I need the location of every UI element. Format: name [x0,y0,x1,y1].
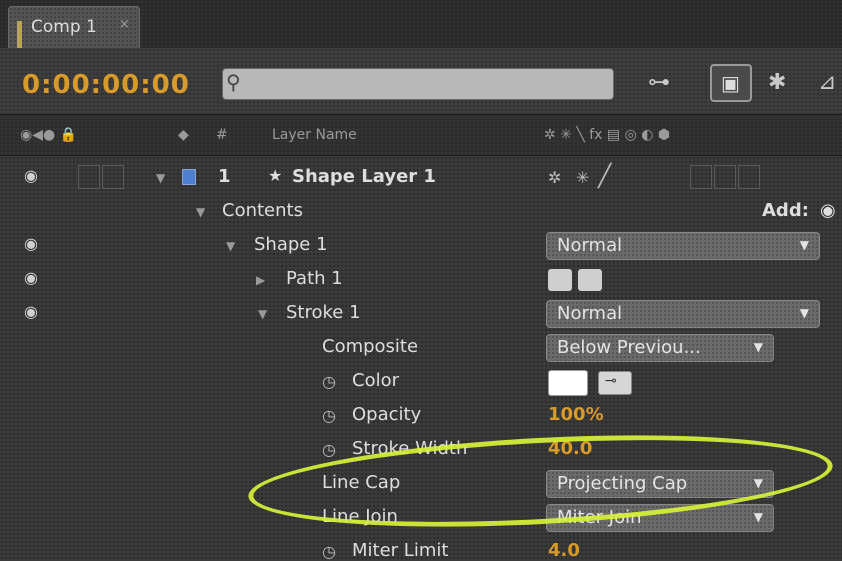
stroke-label: Stroke 1 [286,302,361,323]
shape-star-icon: ★ [268,166,283,185]
blend-mode-dropdown[interactable]: Normal ▼ [546,232,820,260]
chevron-down-icon: ▼ [799,306,809,320]
dropdown-value: Projecting Cap [557,473,688,494]
color-row[interactable]: ◷ Color ⊸ [0,366,842,400]
current-time-display[interactable]: 0:00:00:00 [22,70,190,100]
chevron-down-icon[interactable]: ▼ [196,205,205,219]
opacity-row[interactable]: ◷ Opacity 100% [0,400,842,434]
layer-outline: ◉ ▼ 1 ★ Shape Layer 1 ✲ ✳ ╱ ▼ Contents A… [0,156,842,561]
lock-box[interactable] [102,165,124,189]
quality-switch-icon[interactable]: ╱ [598,164,611,189]
stroke-width-value[interactable]: 40.0 [548,438,592,459]
search-input[interactable] [222,68,614,100]
miter-limit-value[interactable]: 4.0 [548,540,580,561]
switches-header-icons[interactable]: ✲ ✳ ╲ fx ▤ ◎ ◐ ⬢ [544,127,670,143]
eye-icon[interactable]: ◉ [24,268,38,287]
miter-limit-label: Miter Limit [352,540,449,561]
switch-box[interactable] [738,165,760,189]
frame-blending-icon[interactable]: ⊿ [818,70,836,95]
path-direction-icon[interactable] [548,269,572,291]
composition-mini-flowchart-icon[interactable]: ⊶ [648,70,670,95]
color-label: Color [352,370,399,391]
shape-row[interactable]: ◉ ▼ Shape 1 Normal ▼ [0,230,842,264]
path-direction-reverse-icon[interactable] [578,269,602,291]
stopwatch-icon[interactable]: ◷ [322,406,336,425]
tab-label: Comp 1 [31,17,97,37]
layer-number-header[interactable]: # [216,127,228,143]
path-row[interactable]: ◉ ▶ Path 1 [0,264,842,298]
line-join-label: Line Join [322,506,398,527]
close-icon[interactable]: × [119,17,130,32]
line-cap-row[interactable]: Line Cap Projecting Cap ▼ [0,468,842,502]
shy-switch-icon[interactable]: ✲ [548,168,561,187]
switch-box[interactable] [714,165,736,189]
tab-bar: Comp 1 × [0,0,842,49]
switch-box[interactable] [690,165,712,189]
draft-3d-icon: ▣ [721,71,740,95]
add-menu-icon[interactable]: ◉ [820,200,836,221]
dropdown-value: Below Previou... [557,337,701,358]
column-header: ◉◀● 🔒 ◆ # Layer Name ✲ ✳ ╲ fx ▤ ◎ ◐ ⬢ [0,114,842,156]
line-join-dropdown[interactable]: Miter Join ▼ [546,504,774,532]
dropdown-value: Normal [557,303,623,324]
color-swatch[interactable] [548,370,588,396]
draft-3d-button[interactable]: ▣ [710,64,752,102]
hide-shy-layers-icon[interactable]: ✱ [768,70,786,95]
collapse-switch-icon[interactable]: ✳ [576,168,589,187]
line-cap-dropdown[interactable]: Projecting Cap ▼ [546,470,774,498]
stopwatch-icon[interactable]: ◷ [322,440,336,459]
opacity-label: Opacity [352,404,422,425]
composite-dropdown[interactable]: Below Previou... ▼ [546,334,774,362]
eye-icon[interactable]: ◉ [24,302,38,321]
dropdown-value: Normal [557,235,623,256]
blend-mode-dropdown[interactable]: Normal ▼ [546,300,820,328]
add-label[interactable]: Add: [762,200,809,221]
chevron-right-icon[interactable]: ▶ [256,273,265,287]
contents-label: Contents [222,200,303,221]
chevron-down-icon: ▼ [753,340,763,354]
eye-icon[interactable]: ◉ [24,234,38,253]
tab-comp-1[interactable]: Comp 1 × [8,6,140,49]
solo-box[interactable] [78,165,100,189]
label-color-swatch[interactable] [182,169,196,185]
layer-name[interactable]: Shape Layer 1 [292,166,436,187]
contents-row[interactable]: ▼ Contents Add: ◉ [0,196,842,230]
av-features-icons[interactable]: ◉◀● 🔒 [20,127,77,143]
stopwatch-icon[interactable]: ◷ [322,372,336,391]
stroke-width-label: Stroke Width [352,438,468,459]
stroke-row[interactable]: ◉ ▼ Stroke 1 Normal ▼ [0,298,842,332]
opacity-value[interactable]: 100% [548,404,604,425]
eyedropper-icon[interactable]: ⊸ [598,371,632,395]
tab-grip [17,21,22,49]
label-column-icon[interactable]: ◆ [178,127,189,143]
chevron-down-icon: ▼ [799,238,809,252]
dropdown-value: Miter Join [557,507,642,528]
eye-icon[interactable]: ◉ [24,166,38,185]
chevron-down-icon[interactable]: ▼ [156,171,165,185]
search-icon: ⚲ [226,70,241,94]
chevron-down-icon: ▼ [753,476,763,490]
composite-row[interactable]: Composite Below Previou... ▼ [0,332,842,366]
composite-label: Composite [322,336,419,357]
layer-row[interactable]: ◉ ▼ 1 ★ Shape Layer 1 ✲ ✳ ╱ [0,162,842,196]
miter-limit-row[interactable]: ◷ Miter Limit 4.0 [0,536,842,561]
stopwatch-icon[interactable]: ◷ [322,542,336,561]
chevron-down-icon[interactable]: ▼ [226,239,235,253]
timeline-toolbar: 0:00:00:00 ⚲ ⊶ ▣ ✱ ⊿ [0,48,842,114]
stroke-width-row[interactable]: ◷ Stroke Width 40.0 [0,434,842,468]
path-label: Path 1 [286,268,343,289]
line-cap-label: Line Cap [322,472,401,493]
layer-name-header[interactable]: Layer Name [272,127,357,143]
chevron-down-icon[interactable]: ▼ [258,307,267,321]
line-join-row[interactable]: Line Join Miter Join ▼ [0,502,842,536]
layer-number: 1 [218,166,231,187]
chevron-down-icon: ▼ [753,510,763,524]
shape-label: Shape 1 [254,234,328,255]
